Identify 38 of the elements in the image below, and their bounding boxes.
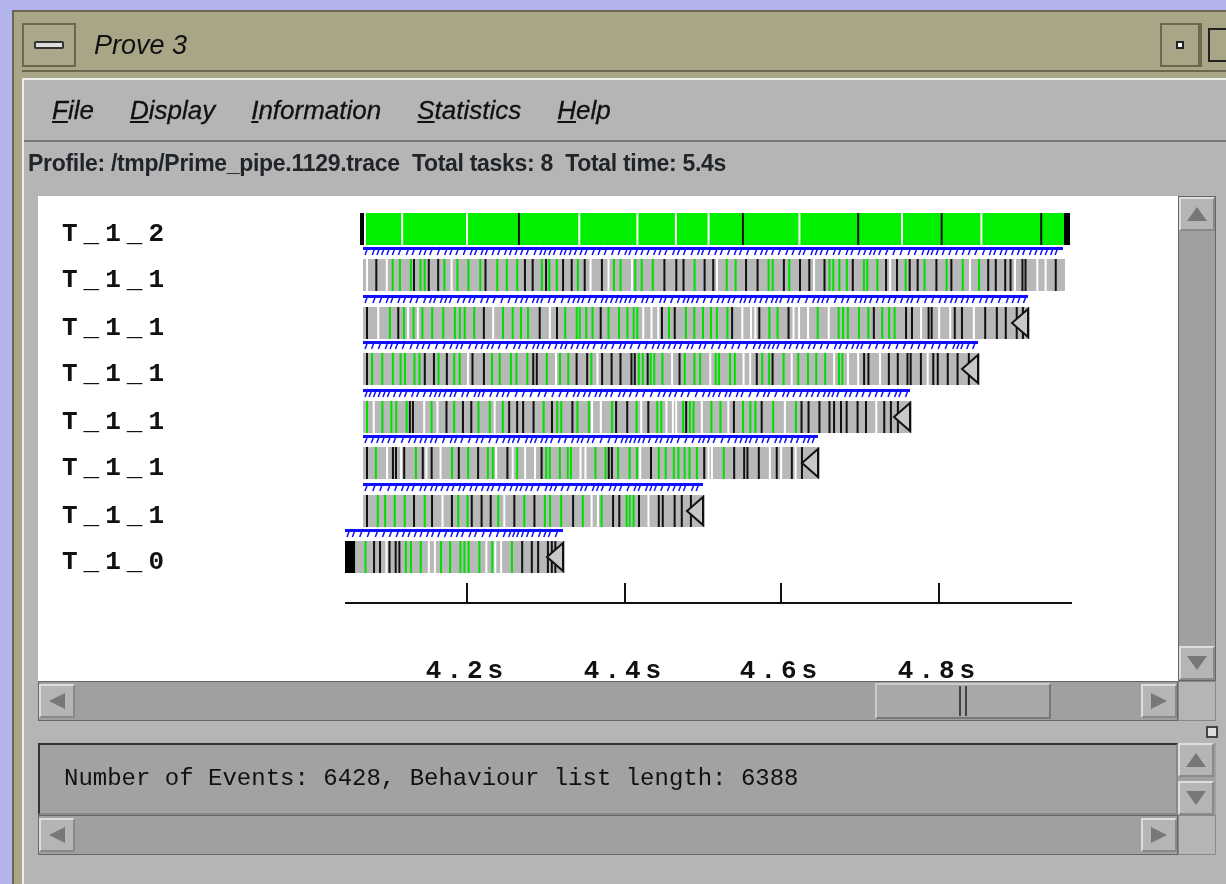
task-label: T_1_1: [62, 407, 170, 437]
vertical-scrollbar[interactable]: [1178, 196, 1216, 681]
task-label: T_1_1: [62, 501, 170, 531]
sash-handle[interactable]: [1206, 726, 1218, 738]
axis-tick-label: 4.2s: [425, 656, 509, 681]
window-title: Prove 3: [94, 28, 189, 62]
menu-item[interactable]: Display: [129, 90, 216, 130]
scrollbar-corner: [1178, 815, 1216, 855]
task-label: T_1_1: [62, 453, 170, 483]
axis-tick-label: 4.8s: [897, 656, 981, 681]
task-label: T_1_0: [62, 547, 170, 577]
scrollbar-corner: [1178, 681, 1216, 721]
menu-item[interactable]: Statistics: [417, 90, 522, 130]
task-label: T_1_2: [62, 219, 170, 249]
scroll-right-button[interactable]: [1141, 818, 1177, 852]
task-label: T_1_1: [62, 313, 170, 343]
minimize-button[interactable]: [1160, 23, 1200, 67]
menu-item[interactable]: Information: [251, 90, 382, 130]
window-menu-button[interactable]: [22, 23, 76, 67]
vertical-scrollbar[interactable]: [1178, 743, 1216, 815]
menu-item[interactable]: Help: [557, 90, 611, 130]
horizontal-scrollbar[interactable]: [38, 681, 1178, 721]
scroll-up-button[interactable]: [1178, 743, 1214, 777]
task-label: T_1_1: [62, 265, 170, 295]
scroll-up-button[interactable]: [1179, 197, 1215, 231]
profile-info: Profile: /tmp/Prime_pipe.1129.trace Total tasks: 8 Total time: 5.4s: [27, 149, 728, 178]
menu-item[interactable]: File: [52, 90, 94, 130]
horizontal-scrollbar[interactable]: [38, 815, 1178, 855]
scroll-left-button[interactable]: [39, 818, 75, 852]
scroll-right-button[interactable]: [1141, 684, 1177, 718]
axis-tick-label: 4.6s: [739, 656, 823, 681]
task-label: T_1_1: [62, 359, 170, 389]
scroll-left-button[interactable]: [39, 684, 75, 718]
scroll-down-button[interactable]: [1178, 781, 1214, 815]
scroll-down-button[interactable]: [1179, 646, 1215, 680]
axis-tick-label: 4.4s: [583, 656, 667, 681]
status-message: Number of Events: 6428, Behaviour list length: 6388: [38, 743, 1178, 815]
scroll-thumb[interactable]: [875, 683, 1051, 719]
